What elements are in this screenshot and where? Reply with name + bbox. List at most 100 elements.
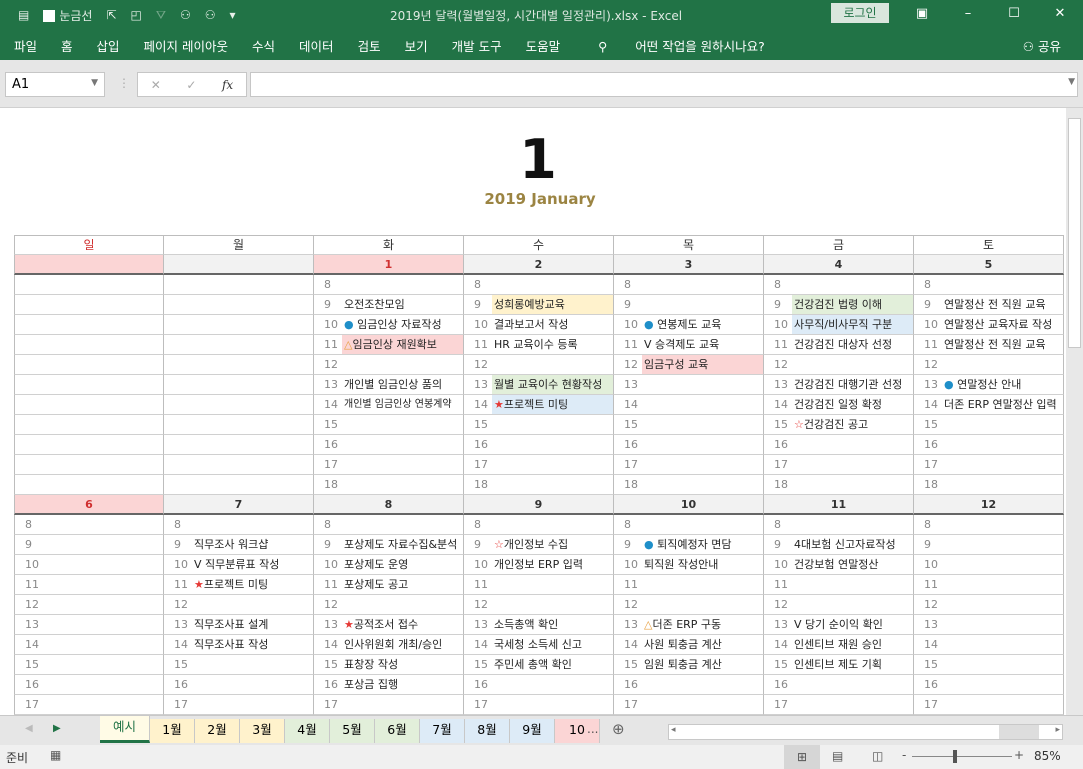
schedule-cell[interactable] — [942, 415, 1064, 435]
sheet-tab[interactable]: 1월 — [150, 719, 195, 743]
clear-filter-icon[interactable]: ⛛ — [156, 8, 166, 23]
schedule-cell[interactable]: 사무직/비사무직 구분 — [792, 315, 914, 335]
schedule-cell[interactable]: 포상금 집행 — [342, 675, 464, 695]
schedule-cell[interactable] — [642, 275, 764, 295]
cancel-icon[interactable]: ✕ — [151, 78, 161, 92]
schedule-cell[interactable]: △더존 ERP 구동 — [642, 615, 764, 635]
schedule-cell[interactable] — [492, 415, 614, 435]
schedule-cell[interactable] — [42, 375, 164, 395]
add-sheet-icon[interactable]: ⊕ — [612, 720, 625, 738]
schedule-cell[interactable] — [192, 275, 314, 295]
schedule-cell[interactable]: 연말정산 교육자료 작성 — [942, 315, 1064, 335]
schedule-cell[interactable] — [42, 675, 164, 695]
tab-home[interactable]: 홈 — [61, 36, 73, 55]
sheet-tab[interactable]: 7월 — [420, 719, 465, 743]
gridlines-checkbox[interactable]: 눈금선 — [43, 7, 92, 24]
schedule-cell[interactable] — [942, 475, 1064, 495]
schedule-cell[interactable] — [642, 515, 764, 535]
zoom-slider[interactable] — [912, 756, 1012, 757]
date-cell[interactable]: 6 — [14, 495, 164, 515]
date-cell[interactable]: 5 — [914, 255, 1064, 275]
tab-data[interactable]: 데이터 — [299, 36, 334, 55]
schedule-cell[interactable]: 오전조찬모임 — [342, 295, 464, 315]
date-cell[interactable] — [164, 255, 314, 275]
schedule-cell[interactable]: 국세청 소득세 신고 — [492, 635, 614, 655]
schedule-cell[interactable]: 결과보고서 작성 — [492, 315, 614, 335]
schedule-cell[interactable] — [642, 295, 764, 315]
minimize-icon[interactable]: – — [945, 0, 991, 30]
schedule-cell[interactable]: 직무조사표 작성 — [192, 635, 314, 655]
schedule-cell[interactable] — [42, 275, 164, 295]
date-cell[interactable]: 8 — [314, 495, 464, 515]
schedule-cell[interactable]: 건강검진 법령 이해 — [792, 295, 914, 315]
schedule-cell[interactable] — [942, 675, 1064, 695]
schedule-cell[interactable]: ● 연말정산 안내 — [942, 375, 1064, 395]
worksheet[interactable]: 1 2019 January 일 월 화 수 목 금 토 1 2 3 4 5 8 8 8 8 8 9 오전조찬모임 9… — [0, 108, 1066, 715]
schedule-cell[interactable] — [42, 695, 164, 715]
sheet-tab[interactable]: 8월 — [465, 719, 510, 743]
date-cell[interactable] — [14, 255, 164, 275]
schedule-cell[interactable] — [642, 595, 764, 615]
schedule-cell[interactable] — [192, 335, 314, 355]
schedule-cell[interactable]: 사원 퇴충금 계산 — [642, 635, 764, 655]
schedule-cell[interactable] — [42, 595, 164, 615]
schedule-cell[interactable] — [792, 435, 914, 455]
schedule-cell[interactable] — [342, 275, 464, 295]
select-cursor-icon[interactable]: ⇱ — [106, 8, 116, 22]
expand-formula-icon[interactable]: ▼ — [1068, 77, 1075, 87]
schedule-cell[interactable]: 직무조사 워크샵 — [192, 535, 314, 555]
schedule-cell[interactable] — [192, 395, 314, 415]
schedule-cell[interactable]: ☆건강검진 공고 — [792, 415, 914, 435]
scroll-tabs-left-icon[interactable]: ◀ — [25, 723, 33, 734]
schedule-cell[interactable] — [192, 675, 314, 695]
schedule-cell[interactable] — [42, 355, 164, 375]
schedule-cell[interactable] — [42, 435, 164, 455]
schedule-cell[interactable] — [342, 355, 464, 375]
select-objects-icon[interactable]: ◰ — [131, 8, 142, 22]
vertical-scrollbar[interactable] — [1066, 108, 1083, 715]
scroll-track[interactable] — [999, 725, 1039, 739]
schedule-cell[interactable] — [42, 475, 164, 495]
schedule-cell[interactable] — [642, 475, 764, 495]
schedule-cell[interactable] — [942, 695, 1064, 715]
schedule-cell[interactable]: 4대보험 신고자료작성 — [792, 535, 914, 555]
date-cell[interactable]: 3 — [614, 255, 764, 275]
schedule-cell[interactable] — [492, 595, 614, 615]
scroll-thumb[interactable] — [1068, 118, 1081, 348]
schedule-cell[interactable] — [42, 335, 164, 355]
schedule-cell[interactable]: V 승격제도 교육 — [642, 335, 764, 355]
sheet-tab[interactable]: 예시 — [100, 716, 150, 743]
sheet-tab[interactable]: 4월 — [285, 719, 330, 743]
schedule-cell[interactable] — [642, 695, 764, 715]
insert-function-icon[interactable]: fx — [222, 78, 233, 92]
page-layout-view-icon[interactable]: ▤ — [832, 749, 843, 763]
date-cell[interactable]: 9 — [464, 495, 614, 515]
schedule-cell[interactable] — [192, 435, 314, 455]
schedule-cell[interactable]: ● 연봉제도 교육 — [642, 315, 764, 335]
close-icon[interactable]: ✕ — [1037, 0, 1083, 30]
schedule-cell[interactable] — [642, 375, 764, 395]
schedule-cell[interactable] — [792, 575, 914, 595]
schedule-cell[interactable] — [792, 275, 914, 295]
schedule-cell[interactable] — [492, 435, 614, 455]
macro-record-icon[interactable]: ▦ — [50, 748, 61, 762]
schedule-cell[interactable] — [192, 595, 314, 615]
sheet-tab[interactable]: 6월 — [375, 719, 420, 743]
chevron-down-icon[interactable]: ▼ — [91, 78, 98, 88]
date-cell[interactable]: 10 — [614, 495, 764, 515]
schedule-cell[interactable]: 표창장 작성 — [342, 655, 464, 675]
schedule-cell[interactable]: 임금구성 교육 — [642, 355, 764, 375]
schedule-cell[interactable] — [792, 475, 914, 495]
sheet-tab[interactable]: 5월 — [330, 719, 375, 743]
schedule-cell[interactable] — [192, 355, 314, 375]
schedule-cell[interactable] — [42, 315, 164, 335]
zoom-level[interactable]: 85% — [1034, 749, 1061, 763]
schedule-cell[interactable]: ★공적조서 접수 — [342, 615, 464, 635]
schedule-cell[interactable] — [42, 455, 164, 475]
schedule-cell[interactable] — [942, 575, 1064, 595]
tab-formulas[interactable]: 수식 — [252, 36, 275, 55]
schedule-cell[interactable] — [192, 655, 314, 675]
schedule-cell[interactable] — [342, 475, 464, 495]
horizontal-scrollbar[interactable]: ◂ ▸ — [668, 724, 1063, 740]
page-break-view-icon[interactable]: ◫ — [872, 749, 883, 763]
